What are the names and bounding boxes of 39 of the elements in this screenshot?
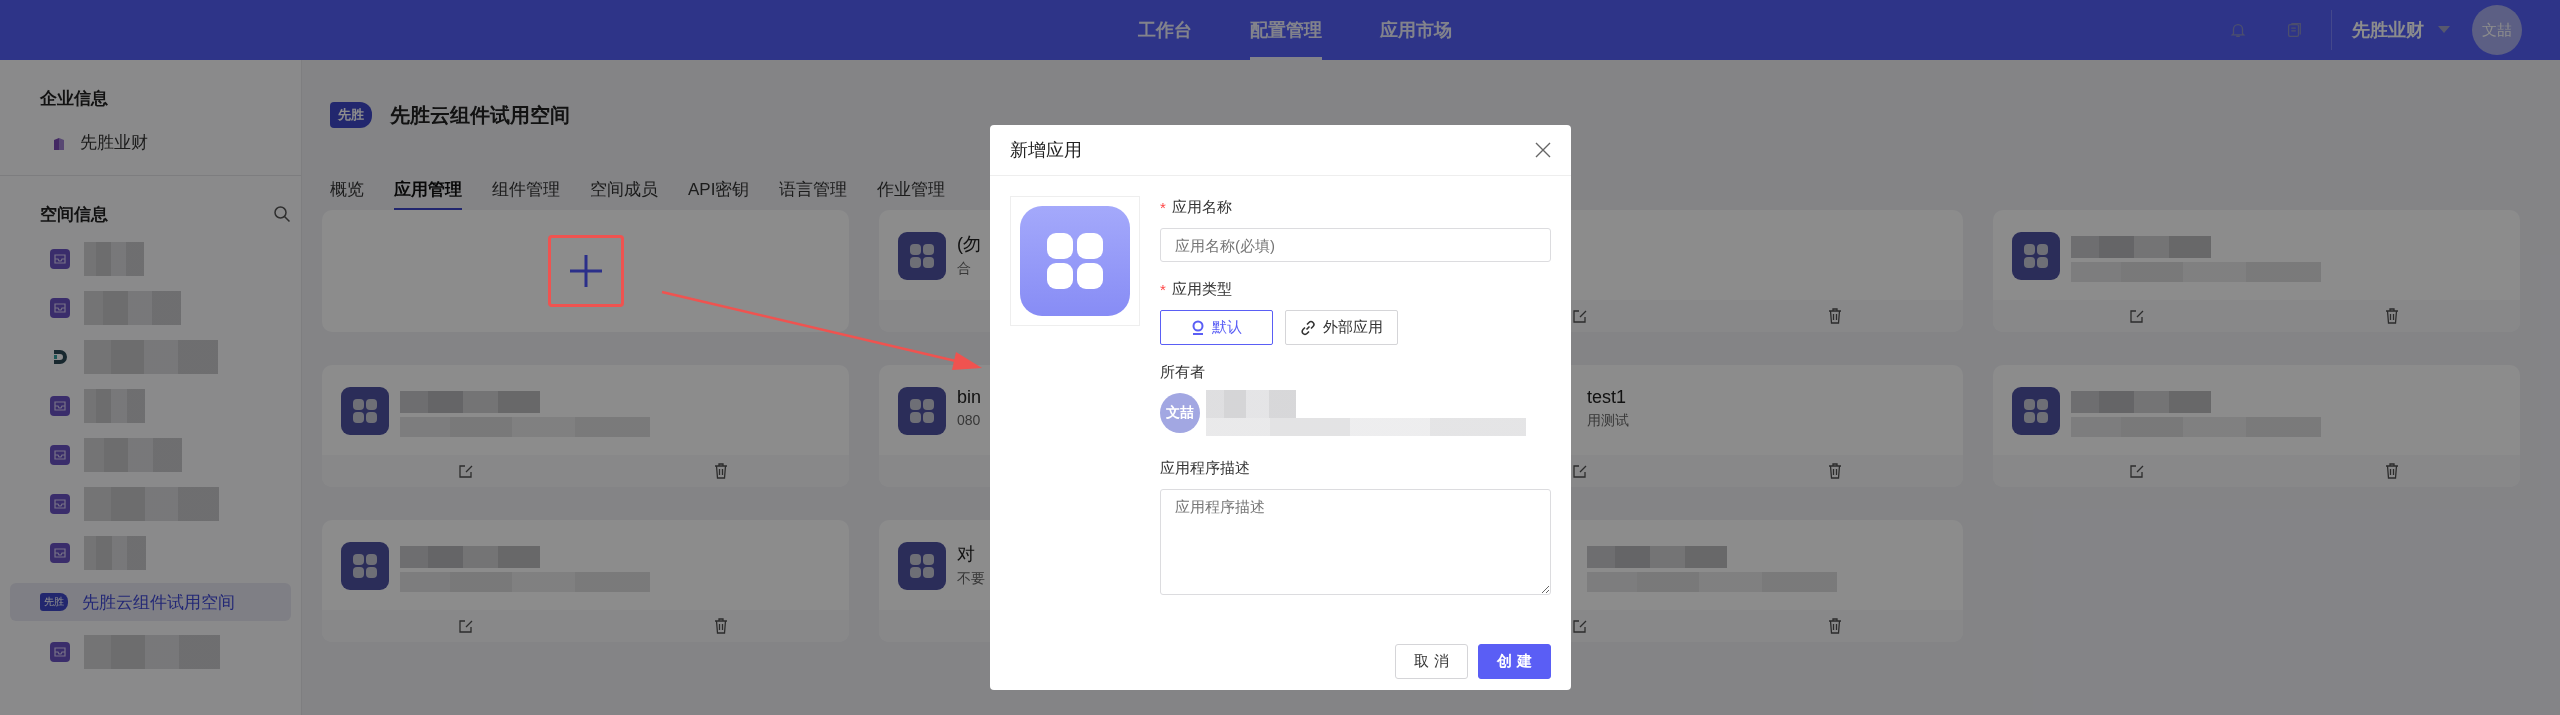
tab[interactable]: 语言管理	[779, 176, 848, 210]
input-field[interactable]: 应用名称(必填)	[1160, 228, 1551, 262]
field-label: 应用程序描述	[1160, 458, 1250, 478]
nav-tab[interactable]: 应用市场	[1380, 0, 1452, 60]
required-asterisk: *	[1160, 198, 1166, 216]
app-name: (勿	[957, 233, 981, 256]
dialog-title: 新增应用	[1010, 139, 1082, 162]
tab[interactable]: 空间成员	[590, 176, 658, 210]
section-title: 企业信息	[40, 87, 108, 110]
description-field[interactable]: 应用程序描述	[1160, 489, 1551, 595]
app-name: test1	[1587, 387, 1628, 408]
type-option[interactable]: 外部应用	[1285, 310, 1398, 345]
organization-dropdown[interactable]: 先胜业财	[2352, 18, 2450, 42]
space-title: 先胜云组件试用空间	[390, 102, 570, 128]
nav-tab[interactable]: 配置管理	[1250, 0, 1322, 60]
app-description: 080	[957, 412, 982, 428]
field-label: 应用名称	[1171, 197, 1232, 217]
app-name: bin	[957, 387, 982, 408]
sidebar-item[interactable]: 先胜业财	[10, 118, 291, 167]
tab[interactable]: 作业管理	[877, 176, 946, 210]
field-label: 所有者	[1160, 362, 1205, 382]
required-asterisk: *	[1160, 280, 1166, 298]
tab[interactable]: API密钥	[688, 176, 750, 210]
app-description: 合	[957, 260, 972, 278]
sidebar-item[interactable]: 先胜 先胜云组件试用空间	[10, 583, 291, 621]
app-name: 对	[957, 543, 976, 566]
space-badge: 先胜	[330, 102, 372, 128]
section-title: 空间信息	[40, 203, 108, 226]
app-description: 用测试	[1587, 412, 1629, 430]
field-label: 应用类型	[1171, 279, 1232, 299]
tab[interactable]: 组件管理	[492, 176, 560, 210]
create-button[interactable]: 创 建	[1478, 644, 1551, 679]
user-avatar: 文喆	[1160, 393, 1200, 433]
cancel-button[interactable]: 取 消	[1395, 644, 1468, 679]
space-badge: 先胜	[40, 593, 68, 611]
type-option[interactable]: 默认	[1160, 310, 1273, 345]
tab[interactable]: 概览	[330, 176, 364, 210]
nav-tab[interactable]: 工作台	[1138, 0, 1192, 60]
app-description: 不要	[957, 570, 985, 588]
